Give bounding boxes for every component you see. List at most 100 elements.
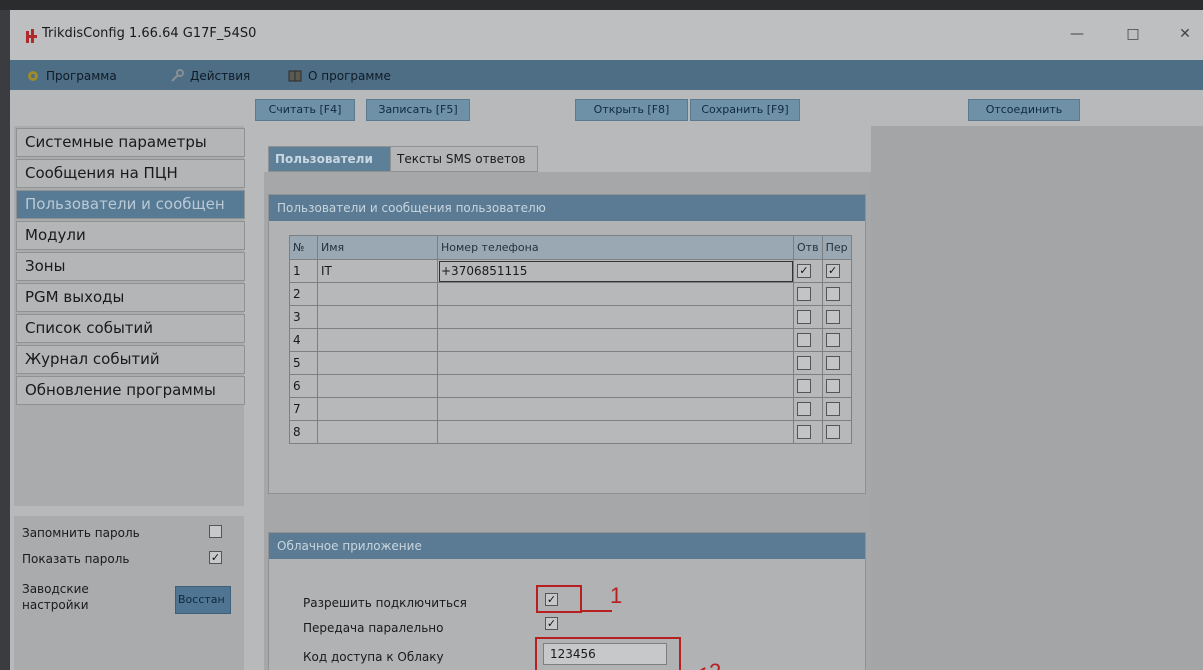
close-button[interactable]: ✕ <box>1173 24 1197 44</box>
restore-defaults-button[interactable]: Восстан <box>175 586 231 614</box>
menu-program[interactable]: Программа <box>26 66 117 86</box>
show-password-label: Показать пароль <box>22 552 130 566</box>
sidebar-item-system-params[interactable]: Системные параметры <box>16 128 245 157</box>
read-button[interactable]: Считать [F4] <box>255 99 355 121</box>
reply-checkbox[interactable] <box>797 310 811 325</box>
sidebar-item-event-log[interactable]: Журнал событий <box>16 345 245 374</box>
sidebar-item-modules[interactable]: Модули <box>16 221 245 250</box>
users-table-header: № Имя Номер телефона Отв Пер <box>289 235 852 260</box>
user-name-cell[interactable] <box>317 420 438 444</box>
reply-checkbox[interactable] <box>797 287 811 302</box>
sidebar-item-zones[interactable]: Зоны <box>16 252 245 281</box>
table-row[interactable]: 1 IT +3706851115 ✓ ✓ <box>289 259 852 283</box>
phone-number-cell[interactable]: +3706851115 <box>437 259 794 283</box>
right-empty-area <box>871 126 1203 670</box>
table-row[interactable]: 5 <box>289 351 852 375</box>
user-name-cell[interactable] <box>317 328 438 352</box>
forward-checkbox[interactable] <box>825 333 840 348</box>
row-number[interactable]: 7 <box>289 397 318 421</box>
reply-checkbox[interactable] <box>797 333 811 348</box>
sidebar-item-firmware-update[interactable]: Обновление программы <box>16 376 245 405</box>
trikdis-logo-icon <box>26 29 37 43</box>
phone-number-cell[interactable] <box>437 397 794 421</box>
user-name-cell[interactable] <box>317 374 438 398</box>
tab-sms-replies[interactable]: Тексты SMS ответов <box>390 146 538 172</box>
table-row[interactable]: 3 <box>289 305 852 329</box>
phone-number-cell[interactable] <box>437 305 794 329</box>
write-button[interactable]: Записать [F5] <box>366 99 470 121</box>
forward-checkbox[interactable] <box>825 310 840 325</box>
reply-cell <box>793 305 823 329</box>
forward-checkbox[interactable] <box>825 402 840 417</box>
tab-users[interactable]: Пользователи <box>268 146 391 172</box>
phone-number-cell[interactable] <box>437 420 794 444</box>
show-password-checkbox[interactable]: ✓ <box>209 551 222 564</box>
user-name-cell[interactable]: IT <box>317 259 438 283</box>
users-group-title: Пользователи и сообщения пользователю <box>269 195 865 221</box>
book-icon <box>288 70 302 82</box>
open-button[interactable]: Открыть [F8] <box>575 99 688 121</box>
users-group: Пользователи и сообщения пользователю № … <box>268 194 866 494</box>
row-number[interactable]: 5 <box>289 351 318 375</box>
phone-number-cell[interactable] <box>437 328 794 352</box>
factory-settings-label-line1: Заводские <box>22 582 89 596</box>
users-tab-content: Пользователи и сообщения пользователю № … <box>264 172 871 670</box>
row-number[interactable]: 1 <box>289 259 318 283</box>
table-row[interactable]: 7 <box>289 397 852 421</box>
reply-checkbox[interactable] <box>797 379 811 394</box>
reply-checkbox[interactable] <box>797 402 811 417</box>
options-panel: Запомнить пароль Показать пароль ✓ Завод… <box>14 516 244 670</box>
maximize-button[interactable]: □ <box>1121 24 1145 44</box>
title-bar[interactable]: TrikdisConfig 1.66.64 G17F_54S0 — □ ✕ <box>10 10 1203 60</box>
forward-checkbox[interactable] <box>825 379 840 394</box>
wrench-icon <box>171 69 184 82</box>
factory-settings-label-line2: настройки <box>22 598 89 612</box>
table-row[interactable]: 6 <box>289 374 852 398</box>
parallel-transfer-checkbox[interactable]: ✓ <box>545 617 558 630</box>
user-name-cell[interactable] <box>317 305 438 329</box>
row-number[interactable]: 3 <box>289 305 318 329</box>
col-header-forward: Пер <box>821 235 852 260</box>
annotation-leader-1 <box>582 610 612 612</box>
table-row[interactable]: 4 <box>289 328 852 352</box>
row-number[interactable]: 8 <box>289 420 318 444</box>
phone-number-cell[interactable] <box>437 282 794 306</box>
forward-checkbox[interactable] <box>825 287 840 302</box>
reply-checkbox[interactable]: ✓ <box>797 264 811 279</box>
forward-cell: ✓ <box>821 259 852 283</box>
phone-number-cell[interactable] <box>437 374 794 398</box>
row-number[interactable]: 4 <box>289 328 318 352</box>
phone-number-cell[interactable] <box>437 351 794 375</box>
table-row[interactable]: 2 <box>289 282 852 306</box>
user-name-cell[interactable] <box>317 351 438 375</box>
window-title: TrikdisConfig 1.66.64 G17F_54S0 <box>42 26 257 41</box>
parallel-transfer-label: Передача паралельно <box>303 621 444 635</box>
menu-actions[interactable]: Действия <box>170 66 250 86</box>
sidebar-item-users[interactable]: Пользователи и сообщен <box>16 190 245 219</box>
disconnect-button[interactable]: Отсоединить <box>968 99 1080 121</box>
user-name-cell[interactable] <box>317 282 438 306</box>
users-table: № Имя Номер телефона Отв Пер 1 IT +3706851… <box>289 235 852 444</box>
annotation-number-1: 1 <box>610 583 623 608</box>
save-button[interactable]: Сохранить [F9] <box>690 99 800 121</box>
cloud-app-group-title: Облачное приложение <box>269 533 865 559</box>
minimize-button[interactable]: — <box>1065 24 1089 44</box>
remember-password-checkbox[interactable] <box>209 525 222 538</box>
reply-checkbox[interactable] <box>797 425 811 440</box>
table-row[interactable]: 8 <box>289 420 852 444</box>
forward-cell <box>821 351 852 375</box>
row-number[interactable]: 6 <box>289 374 318 398</box>
reply-checkbox[interactable] <box>797 356 811 371</box>
forward-checkbox[interactable] <box>825 356 840 371</box>
col-header-phone: Номер телефона <box>437 235 794 260</box>
menu-about[interactable]: О программе <box>288 66 391 86</box>
forward-checkbox[interactable] <box>825 425 840 440</box>
reply-cell <box>793 351 823 375</box>
sidebar-item-cms-messages[interactable]: Сообщения на ПЦН <box>16 159 245 188</box>
forward-checkbox[interactable]: ✓ <box>825 264 840 279</box>
sidebar-item-event-list[interactable]: Список событий <box>16 314 245 343</box>
reply-cell <box>793 420 823 444</box>
row-number[interactable]: 2 <box>289 282 318 306</box>
sidebar-item-pgm-outputs[interactable]: PGM выходы <box>16 283 245 312</box>
user-name-cell[interactable] <box>317 397 438 421</box>
